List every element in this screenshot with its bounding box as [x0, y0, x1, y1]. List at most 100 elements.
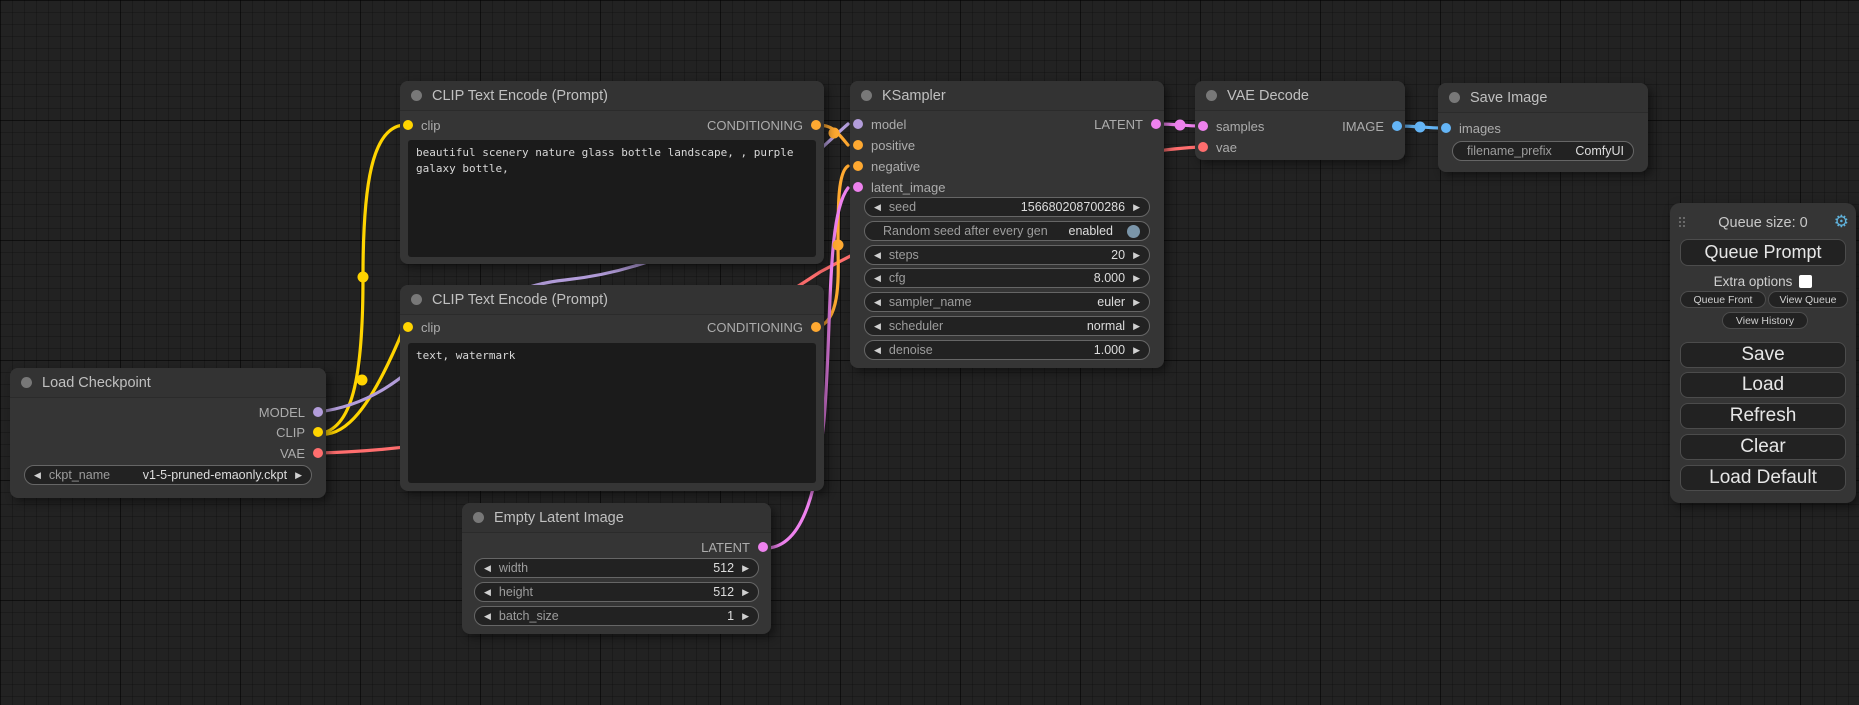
- negative-prompt-textarea[interactable]: text, watermark: [408, 343, 816, 483]
- collapse-dot-icon[interactable]: [861, 90, 872, 101]
- extra-options-checkbox[interactable]: [1799, 275, 1812, 288]
- output-slot-latent[interactable]: LATENT: [701, 537, 768, 557]
- node-load-checkpoint[interactable]: Load Checkpoint MODEL CLIP VAE ◀ ckpt_na…: [10, 368, 326, 498]
- load-default-button[interactable]: Load Default: [1680, 465, 1846, 491]
- image-slot-icon[interactable]: [1441, 123, 1451, 133]
- node-title-bar[interactable]: CLIP Text Encode (Prompt): [400, 285, 824, 315]
- increment-arrow-icon[interactable]: ▶: [742, 612, 749, 621]
- clear-button[interactable]: Clear: [1680, 434, 1846, 460]
- input-slot-samples[interactable]: samples: [1198, 116, 1264, 136]
- input-slot-images[interactable]: images: [1441, 118, 1501, 138]
- batch-size-widget[interactable]: ◀ batch_size 1 ▶: [474, 606, 759, 626]
- node-title-bar[interactable]: VAE Decode: [1195, 81, 1405, 111]
- latent-slot-icon[interactable]: [1151, 119, 1161, 129]
- increment-arrow-icon[interactable]: ▶: [1133, 251, 1140, 260]
- positive-prompt-textarea[interactable]: beautiful scenery nature glass bottle la…: [408, 140, 816, 257]
- clip-slot-icon[interactable]: [403, 322, 413, 332]
- load-button[interactable]: Load: [1680, 372, 1846, 398]
- toggle-knob-icon[interactable]: [1127, 225, 1140, 238]
- collapse-dot-icon[interactable]: [1449, 92, 1460, 103]
- node-title-bar[interactable]: Empty Latent Image: [462, 503, 771, 533]
- increment-arrow-icon[interactable]: ▶: [742, 588, 749, 597]
- steps-widget[interactable]: ◀ steps 20 ▶: [864, 245, 1150, 265]
- collapse-dot-icon[interactable]: [411, 294, 422, 305]
- collapse-dot-icon[interactable]: [473, 512, 484, 523]
- collapse-dot-icon[interactable]: [21, 377, 32, 388]
- denoise-widget[interactable]: ◀ denoise 1.000 ▶: [864, 340, 1150, 360]
- decrement-arrow-icon[interactable]: ◀: [874, 346, 881, 355]
- input-slot-vae[interactable]: vae: [1198, 137, 1237, 157]
- save-button[interactable]: Save: [1680, 342, 1846, 368]
- seed-widget[interactable]: ◀ seed 156680208700286 ▶: [864, 197, 1150, 217]
- decrement-arrow-icon[interactable]: ◀: [874, 298, 881, 307]
- increment-arrow-icon[interactable]: ▶: [1133, 322, 1140, 331]
- height-widget[interactable]: ◀ height 512 ▶: [474, 582, 759, 602]
- conditioning-slot-icon[interactable]: [853, 161, 863, 171]
- node-vae-decode[interactable]: VAE Decode samples vae IMAGE: [1195, 81, 1405, 160]
- increment-arrow-icon[interactable]: ▶: [1133, 274, 1140, 283]
- node-title-bar[interactable]: Load Checkpoint: [10, 368, 326, 398]
- collapse-dot-icon[interactable]: [1206, 90, 1217, 101]
- width-widget[interactable]: ◀ width 512 ▶: [474, 558, 759, 578]
- node-title-bar[interactable]: Save Image: [1438, 83, 1648, 113]
- input-slot-clip[interactable]: clip: [403, 115, 441, 135]
- conditioning-slot-icon[interactable]: [811, 322, 821, 332]
- clip-slot-icon[interactable]: [313, 427, 323, 437]
- latent-slot-icon[interactable]: [1198, 121, 1208, 131]
- queue-front-button[interactable]: Queue Front: [1680, 291, 1766, 308]
- input-slot-clip[interactable]: clip: [403, 317, 441, 337]
- node-title-bar[interactable]: CLIP Text Encode (Prompt): [400, 81, 824, 111]
- latent-slot-icon[interactable]: [853, 182, 863, 192]
- input-slot-latent-image[interactable]: latent_image: [853, 177, 945, 197]
- clip-slot-icon[interactable]: [403, 120, 413, 130]
- node-title-bar[interactable]: KSampler: [850, 81, 1164, 111]
- node-clip-text-encode-positive[interactable]: CLIP Text Encode (Prompt) clip CONDITION…: [400, 81, 824, 264]
- increment-arrow-icon[interactable]: ▶: [295, 471, 302, 480]
- output-slot-clip[interactable]: CLIP: [276, 422, 323, 442]
- model-slot-icon[interactable]: [853, 119, 863, 129]
- collapse-dot-icon[interactable]: [411, 90, 422, 101]
- view-history-button[interactable]: View History: [1722, 312, 1808, 329]
- increment-arrow-icon[interactable]: ▶: [1133, 298, 1140, 307]
- node-ksampler[interactable]: KSampler model positive negative latent_…: [850, 81, 1164, 368]
- node-save-image[interactable]: Save Image images filename_prefix ComfyU…: [1438, 83, 1648, 172]
- node-clip-text-encode-negative[interactable]: CLIP Text Encode (Prompt) clip CONDITION…: [400, 285, 824, 491]
- ckpt-name-widget[interactable]: ◀ ckpt_name v1-5-pruned-emaonly.ckpt ▶: [24, 465, 312, 485]
- sampler-name-widget[interactable]: ◀ sampler_name euler ▶: [864, 292, 1150, 312]
- refresh-button[interactable]: Refresh: [1680, 403, 1846, 429]
- filename-prefix-widget[interactable]: filename_prefix ComfyUI: [1452, 141, 1634, 161]
- output-slot-vae[interactable]: VAE: [280, 443, 323, 463]
- image-slot-icon[interactable]: [1392, 121, 1402, 131]
- input-slot-positive[interactable]: positive: [853, 135, 915, 155]
- output-slot-latent[interactable]: LATENT: [1094, 114, 1161, 134]
- output-slot-conditioning[interactable]: CONDITIONING: [707, 317, 821, 337]
- latent-slot-icon[interactable]: [758, 542, 768, 552]
- decrement-arrow-icon[interactable]: ◀: [484, 612, 491, 621]
- cfg-widget[interactable]: ◀ cfg 8.000 ▶: [864, 268, 1150, 288]
- vae-slot-icon[interactable]: [313, 448, 323, 458]
- increment-arrow-icon[interactable]: ▶: [1133, 346, 1140, 355]
- conditioning-slot-icon[interactable]: [853, 140, 863, 150]
- model-slot-icon[interactable]: [313, 407, 323, 417]
- conditioning-slot-icon[interactable]: [811, 120, 821, 130]
- increment-arrow-icon[interactable]: ▶: [1133, 203, 1140, 212]
- decrement-arrow-icon[interactable]: ◀: [874, 322, 881, 331]
- input-slot-negative[interactable]: negative: [853, 156, 920, 176]
- output-slot-model[interactable]: MODEL: [259, 402, 323, 422]
- queue-prompt-button[interactable]: Queue Prompt: [1680, 239, 1846, 266]
- decrement-arrow-icon[interactable]: ◀: [874, 251, 881, 260]
- decrement-arrow-icon[interactable]: ◀: [34, 471, 41, 480]
- output-slot-conditioning[interactable]: CONDITIONING: [707, 115, 821, 135]
- increment-arrow-icon[interactable]: ▶: [742, 564, 749, 573]
- scheduler-widget[interactable]: ◀ scheduler normal ▶: [864, 316, 1150, 336]
- decrement-arrow-icon[interactable]: ◀: [484, 564, 491, 573]
- vae-slot-icon[interactable]: [1198, 142, 1208, 152]
- input-slot-model[interactable]: model: [853, 114, 906, 134]
- random-seed-widget[interactable]: Random seed after every gen enabled: [864, 221, 1150, 241]
- comfy-menu-panel[interactable]: Queue size: 0 ⚙ Queue Prompt Extra optio…: [1670, 203, 1856, 503]
- node-graph-canvas[interactable]: CLIP Text Encode (Prompt) clip CONDITION…: [0, 0, 1859, 705]
- decrement-arrow-icon[interactable]: ◀: [484, 588, 491, 597]
- decrement-arrow-icon[interactable]: ◀: [874, 274, 881, 283]
- settings-gear-icon[interactable]: ⚙: [1834, 213, 1849, 230]
- output-slot-image[interactable]: IMAGE: [1342, 116, 1402, 136]
